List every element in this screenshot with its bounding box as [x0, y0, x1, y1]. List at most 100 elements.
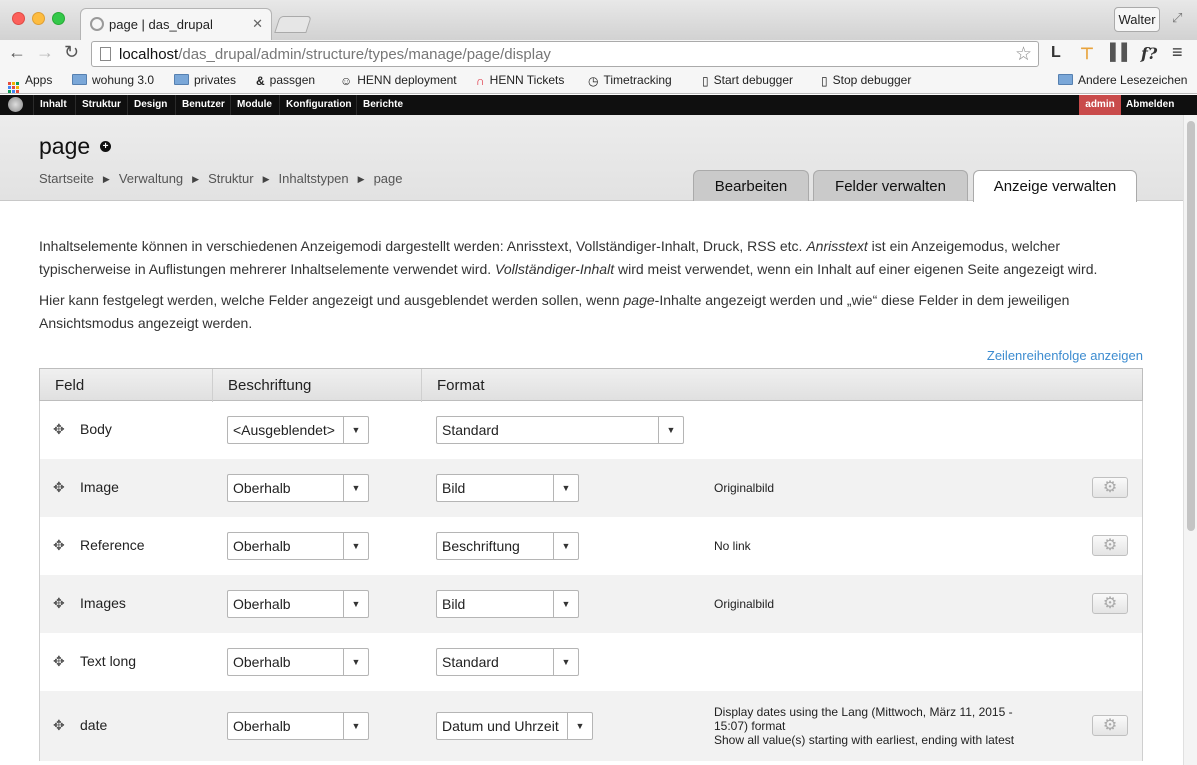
profile-button[interactable]: Walter	[1114, 7, 1160, 32]
clock-icon: ◷	[588, 74, 599, 88]
field-name: Image	[80, 479, 119, 495]
gear-icon[interactable]: ⚙	[1092, 535, 1128, 556]
format-select[interactable]: Datum und Uhrzeit ▼	[436, 712, 593, 740]
bookmark-privates[interactable]: privates	[174, 73, 236, 87]
column-header-format: Format	[437, 377, 485, 394]
label-select[interactable]: Oberhalb ▼	[227, 590, 369, 618]
close-window-button[interactable]	[12, 12, 25, 25]
drupal-toolbar: Inhalt Struktur Design Benutzer Module K…	[0, 95, 1197, 115]
reload-icon[interactable]: ↻	[64, 42, 79, 63]
gear-icon[interactable]: ⚙	[1092, 477, 1128, 498]
label-select[interactable]: Oberhalb ▼	[227, 532, 369, 560]
fullscreen-icon[interactable]: ⤢	[1172, 10, 1182, 26]
bookmark-henn-tickets[interactable]: ∩ HENN Tickets	[476, 73, 564, 88]
browser-tab[interactable]: page | das_drupal ✕	[80, 8, 272, 40]
extension-f-icon[interactable]: f?	[1141, 44, 1157, 63]
user-link[interactable]: admin	[1079, 95, 1121, 115]
breadcrumb-link[interactable]: Inhaltstypen	[279, 171, 349, 186]
label-select[interactable]: Oberhalb ▼	[227, 474, 369, 502]
drag-handle-icon[interactable]: ✥	[53, 595, 65, 612]
label-select[interactable]: Oberhalb ▼	[227, 712, 369, 740]
toolbar-item-benutzer[interactable]: Benutzer	[175, 95, 231, 115]
page-header: page + Startseite ▶ Verwaltung ▶ Struktur ▶ In…	[0, 115, 1183, 202]
menu-icon[interactable]: ≡	[1172, 42, 1183, 63]
minimize-window-button[interactable]	[32, 12, 45, 25]
drag-handle-icon[interactable]: ✥	[53, 479, 65, 496]
format-summary: Originalbild	[714, 481, 775, 495]
tab-anzeige-verwalten[interactable]: Anzeige verwalten	[973, 170, 1137, 202]
browser-toolbar: ← → ↻ localhost/das_drupal/admin/structu…	[0, 40, 1197, 69]
gear-icon[interactable]: ⚙	[1092, 715, 1128, 736]
format-select[interactable]: Beschriftung ▼	[436, 532, 579, 560]
breadcrumb-link[interactable]: Startseite	[39, 171, 94, 186]
bookmark-passgen[interactable]: & passgen	[256, 73, 315, 88]
add-shortcut-icon[interactable]: +	[100, 141, 111, 152]
bookmark-wohung[interactable]: wohung 3.0	[72, 73, 154, 87]
close-icon[interactable]: ✕	[252, 16, 263, 32]
bookmark-henn-deployment[interactable]: ☺ HENN deployment	[340, 73, 457, 88]
logout-link[interactable]: Abmelden	[1126, 95, 1174, 115]
label-select[interactable]: Oberhalb ▼	[227, 648, 369, 676]
chevron-down-icon: ▼	[343, 713, 368, 739]
extension-hammer-icon[interactable]: ⊤	[1080, 44, 1094, 64]
format-select[interactable]: Bild ▼	[436, 474, 579, 502]
field-name: Images	[80, 595, 126, 611]
extension-bars-icon[interactable]: ▌▌	[1110, 44, 1133, 62]
column-header-feld: Feld	[40, 369, 213, 402]
zoom-window-button[interactable]	[52, 12, 65, 25]
bookmark-apps[interactable]: Apps	[8, 73, 52, 94]
show-row-weights-link[interactable]: Zeilenreihenfolge anzeigen	[987, 348, 1143, 363]
toolbar-item-module[interactable]: Module	[230, 95, 278, 115]
tab-felder-verwalten[interactable]: Felder verwalten	[813, 170, 968, 201]
forward-arrow-icon[interactable]: →	[36, 42, 54, 63]
scrollbar-thumb[interactable]	[1187, 121, 1195, 531]
bookmark-stop-debugger[interactable]: ▯ Stop debugger	[821, 73, 911, 88]
help-text-2: Hier kann festgelegt werden, welche Feld…	[39, 292, 1070, 331]
breadcrumb-current[interactable]: page	[374, 171, 403, 186]
breadcrumb-link[interactable]: Struktur	[208, 171, 254, 186]
address-bar[interactable]: localhost/das_drupal/admin/structure/typ…	[91, 41, 1039, 67]
table-row: ✥ Text long Oberhalb ▼ Standard ▼	[40, 633, 1142, 691]
format-select[interactable]: Standard ▼	[436, 416, 684, 444]
label-select[interactable]: <Ausgeblendet> ▼	[227, 416, 369, 444]
drag-handle-icon[interactable]: ✥	[53, 537, 65, 554]
field-display-table: Feld Beschriftung Format ✥ Body <Ausgebl…	[39, 368, 1143, 761]
format-select[interactable]: Bild ▼	[436, 590, 579, 618]
home-icon[interactable]	[8, 97, 23, 112]
chevron-down-icon: ▼	[343, 533, 368, 559]
toolbar-item-berichte[interactable]: Berichte	[356, 95, 409, 115]
breadcrumb-link[interactable]: Verwaltung	[119, 171, 183, 186]
gear-icon[interactable]: ⚙	[1092, 593, 1128, 614]
toolbar-item-struktur[interactable]: Struktur	[75, 95, 127, 115]
toolbar-item-konfiguration[interactable]: Konfiguration	[279, 95, 358, 115]
vertical-scrollbar[interactable]	[1183, 115, 1197, 765]
chevron-down-icon: ▼	[553, 649, 578, 675]
column-header-beschriftung: Beschriftung	[213, 369, 422, 402]
field-name: Text long	[80, 653, 137, 669]
tab-bearbeiten[interactable]: Bearbeiten	[693, 170, 809, 201]
toolbar-item-design[interactable]: Design	[127, 95, 173, 115]
field-name: Body	[80, 421, 112, 437]
help-text-1: Inhaltselemente können in verschiedenen …	[39, 238, 1098, 277]
chevron-down-icon: ▼	[658, 417, 683, 443]
chevron-down-icon: ▼	[553, 533, 578, 559]
bookmark-timetracking[interactable]: ◷ Timetracking	[588, 73, 672, 88]
triangle-right-icon: ▶	[192, 174, 200, 184]
format-select[interactable]: Standard ▼	[436, 648, 579, 676]
ampersand-icon: &	[256, 74, 265, 88]
bookmark-other[interactable]: Andere Lesezeichen	[1058, 73, 1187, 87]
bookmark-start-debugger[interactable]: ▯ Start debugger	[702, 73, 793, 88]
new-tab-button[interactable]	[274, 16, 312, 33]
back-arrow-icon[interactable]: ←	[8, 42, 26, 63]
triangle-right-icon: ▶	[262, 174, 270, 184]
table-row: ✥ Images Oberhalb ▼ Bild ▼ Originalbild ⚙	[40, 575, 1142, 633]
field-name: Reference	[80, 537, 145, 553]
table-row: ✥ Reference Oberhalb ▼ Beschriftung ▼ No l…	[40, 517, 1142, 575]
toolbar-item-inhalt[interactable]: Inhalt	[33, 95, 73, 115]
drag-handle-icon[interactable]: ✥	[53, 653, 65, 670]
bookmark-star-icon[interactable]: ☆	[1015, 43, 1032, 66]
drag-handle-icon[interactable]: ✥	[53, 717, 65, 734]
drag-handle-icon[interactable]: ✥	[53, 421, 65, 438]
bookmarks-bar: Apps wohung 3.0 privates & passgen ☺ HENN …	[0, 69, 1197, 94]
extension-l-icon[interactable]: L	[1051, 44, 1061, 62]
